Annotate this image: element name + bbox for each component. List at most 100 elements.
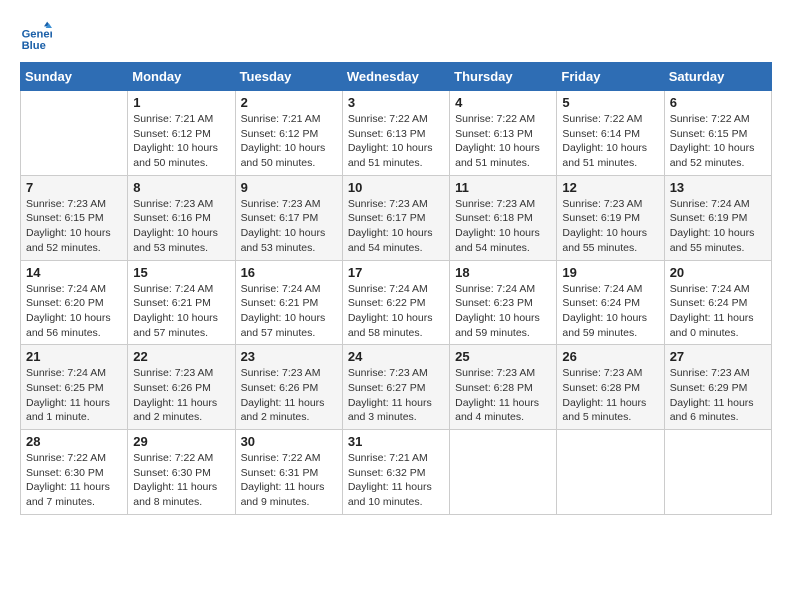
cell-info: Sunrise: 7:24 AM Sunset: 6:21 PM Dayligh… [241,282,337,341]
calendar-cell: 14 Sunrise: 7:24 AM Sunset: 6:20 PM Dayli… [21,260,128,345]
calendar-cell [557,430,664,515]
calendar-cell: 9 Sunrise: 7:23 AM Sunset: 6:17 PM Daylig… [235,175,342,260]
day-number: 8 [133,180,229,195]
cell-info: Sunrise: 7:23 AM Sunset: 6:15 PM Dayligh… [26,197,122,256]
day-number: 24 [348,349,444,364]
day-number: 2 [241,95,337,110]
cell-info: Sunrise: 7:23 AM Sunset: 6:29 PM Dayligh… [670,366,766,425]
day-number: 20 [670,265,766,280]
calendar-cell: 23 Sunrise: 7:23 AM Sunset: 6:26 PM Dayli… [235,345,342,430]
calendar-cell: 7 Sunrise: 7:23 AM Sunset: 6:15 PM Daylig… [21,175,128,260]
cell-info: Sunrise: 7:24 AM Sunset: 6:24 PM Dayligh… [670,282,766,341]
calendar-cell: 4 Sunrise: 7:22 AM Sunset: 6:13 PM Daylig… [450,91,557,176]
calendar-cell: 27 Sunrise: 7:23 AM Sunset: 6:29 PM Dayli… [664,345,771,430]
calendar-cell: 22 Sunrise: 7:23 AM Sunset: 6:26 PM Dayli… [128,345,235,430]
calendar-cell: 15 Sunrise: 7:24 AM Sunset: 6:21 PM Dayli… [128,260,235,345]
calendar-cell: 2 Sunrise: 7:21 AM Sunset: 6:12 PM Daylig… [235,91,342,176]
calendar-cell: 5 Sunrise: 7:22 AM Sunset: 6:14 PM Daylig… [557,91,664,176]
cell-info: Sunrise: 7:23 AM Sunset: 6:27 PM Dayligh… [348,366,444,425]
day-number: 3 [348,95,444,110]
day-number: 23 [241,349,337,364]
page-header: General Blue [20,20,772,52]
cell-info: Sunrise: 7:24 AM Sunset: 6:20 PM Dayligh… [26,282,122,341]
day-number: 21 [26,349,122,364]
cell-info: Sunrise: 7:23 AM Sunset: 6:26 PM Dayligh… [133,366,229,425]
calendar-cell: 17 Sunrise: 7:24 AM Sunset: 6:22 PM Dayli… [342,260,449,345]
weekday-header-friday: Friday [557,63,664,91]
calendar-cell: 1 Sunrise: 7:21 AM Sunset: 6:12 PM Daylig… [128,91,235,176]
calendar-cell: 6Sunrise: 7:22 AM Sunset: 6:15 PM Daylig… [664,91,771,176]
day-number: 14 [26,265,122,280]
cell-info: Sunrise: 7:21 AM Sunset: 6:12 PM Dayligh… [241,112,337,171]
day-number: 9 [241,180,337,195]
cell-info: Sunrise: 7:23 AM Sunset: 6:17 PM Dayligh… [348,197,444,256]
day-number: 1 [133,95,229,110]
calendar-cell: 18 Sunrise: 7:24 AM Sunset: 6:23 PM Dayli… [450,260,557,345]
calendar-cell: 20 Sunrise: 7:24 AM Sunset: 6:24 PM Dayli… [664,260,771,345]
cell-info: Sunrise: 7:23 AM Sunset: 6:17 PM Dayligh… [241,197,337,256]
svg-text:Blue: Blue [22,40,46,52]
cell-info: Sunrise: 7:23 AM Sunset: 6:18 PM Dayligh… [455,197,551,256]
calendar-cell [664,430,771,515]
logo-icon: General Blue [20,20,52,52]
day-number: 17 [348,265,444,280]
day-number: 26 [562,349,658,364]
calendar-cell: 30 Sunrise: 7:22 AM Sunset: 6:31 PM Dayli… [235,430,342,515]
cell-info: Sunrise: 7:22 AM Sunset: 6:13 PM Dayligh… [455,112,551,171]
day-number: 4 [455,95,551,110]
day-number: 28 [26,434,122,449]
day-number: 22 [133,349,229,364]
cell-info: Sunrise: 7:22 AM Sunset: 6:14 PM Dayligh… [562,112,658,171]
cell-info: Sunrise: 7:22 AM Sunset: 6:31 PM Dayligh… [241,451,337,510]
weekday-header-tuesday: Tuesday [235,63,342,91]
calendar-cell: 19Sunrise: 7:24 AM Sunset: 6:24 PM Dayli… [557,260,664,345]
weekday-header-thursday: Thursday [450,63,557,91]
calendar-cell: 13 Sunrise: 7:24 AM Sunset: 6:19 PM Dayli… [664,175,771,260]
cell-info: Sunrise: 7:21 AM Sunset: 6:12 PM Dayligh… [133,112,229,171]
cell-info: Sunrise: 7:24 AM Sunset: 6:25 PM Dayligh… [26,366,122,425]
cell-info: Sunrise: 7:24 AM Sunset: 6:19 PM Dayligh… [670,197,766,256]
day-number: 19 [562,265,658,280]
day-number: 15 [133,265,229,280]
calendar-cell: 12Sunrise: 7:23 AM Sunset: 6:19 PM Dayli… [557,175,664,260]
day-number: 5 [562,95,658,110]
calendar-table: SundayMondayTuesdayWednesdayThursdayFrid… [20,62,772,515]
day-number: 13 [670,180,766,195]
day-number: 27 [670,349,766,364]
weekday-header-wednesday: Wednesday [342,63,449,91]
cell-info: Sunrise: 7:23 AM Sunset: 6:28 PM Dayligh… [455,366,551,425]
calendar-cell: 25 Sunrise: 7:23 AM Sunset: 6:28 PM Dayli… [450,345,557,430]
weekday-header-sunday: Sunday [21,63,128,91]
cell-info: Sunrise: 7:23 AM Sunset: 6:26 PM Dayligh… [241,366,337,425]
svg-text:General: General [22,29,52,41]
calendar-cell: 16 Sunrise: 7:24 AM Sunset: 6:21 PM Dayli… [235,260,342,345]
day-number: 7 [26,180,122,195]
cell-info: Sunrise: 7:22 AM Sunset: 6:15 PM Dayligh… [670,112,766,171]
day-number: 11 [455,180,551,195]
weekday-header-monday: Monday [128,63,235,91]
calendar-cell: 3 Sunrise: 7:22 AM Sunset: 6:13 PM Daylig… [342,91,449,176]
calendar-cell: 26 Sunrise: 7:23 AM Sunset: 6:28 PM Dayli… [557,345,664,430]
logo: General Blue [20,20,56,52]
day-number: 10 [348,180,444,195]
day-number: 30 [241,434,337,449]
day-number: 25 [455,349,551,364]
day-number: 18 [455,265,551,280]
calendar-cell: 28Sunrise: 7:22 AM Sunset: 6:30 PM Dayli… [21,430,128,515]
cell-info: Sunrise: 7:23 AM Sunset: 6:16 PM Dayligh… [133,197,229,256]
day-number: 12 [562,180,658,195]
calendar-cell [21,91,128,176]
cell-info: Sunrise: 7:24 AM Sunset: 6:23 PM Dayligh… [455,282,551,341]
cell-info: Sunrise: 7:23 AM Sunset: 6:28 PM Dayligh… [562,366,658,425]
calendar-cell: 8 Sunrise: 7:23 AM Sunset: 6:16 PM Daylig… [128,175,235,260]
cell-info: Sunrise: 7:21 AM Sunset: 6:32 PM Dayligh… [348,451,444,510]
day-number: 16 [241,265,337,280]
cell-info: Sunrise: 7:22 AM Sunset: 6:13 PM Dayligh… [348,112,444,171]
cell-info: Sunrise: 7:24 AM Sunset: 6:21 PM Dayligh… [133,282,229,341]
calendar-cell [450,430,557,515]
calendar-cell: 24 Sunrise: 7:23 AM Sunset: 6:27 PM Dayli… [342,345,449,430]
day-number: 31 [348,434,444,449]
calendar-cell: 21 Sunrise: 7:24 AM Sunset: 6:25 PM Dayli… [21,345,128,430]
cell-info: Sunrise: 7:22 AM Sunset: 6:30 PM Dayligh… [133,451,229,510]
cell-info: Sunrise: 7:24 AM Sunset: 6:22 PM Dayligh… [348,282,444,341]
